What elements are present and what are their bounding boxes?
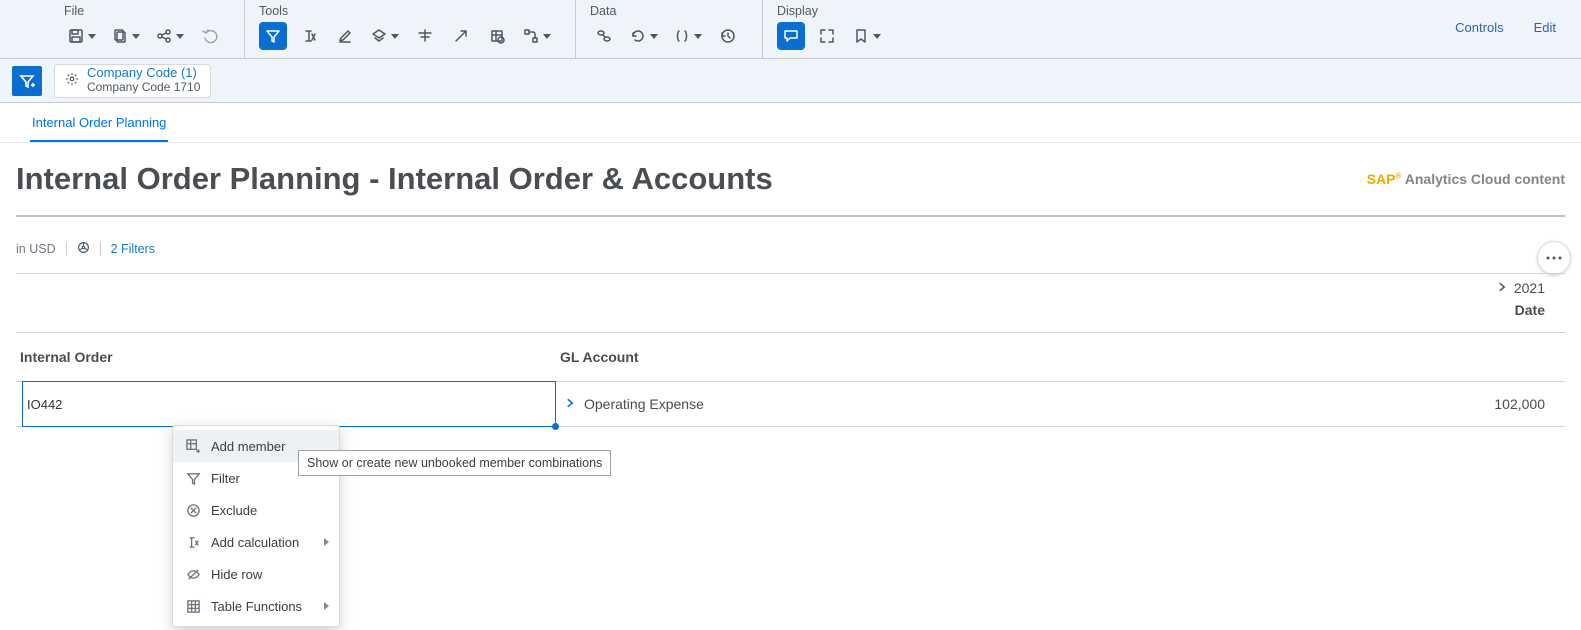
table-icon: [185, 598, 201, 614]
gear-icon: [65, 72, 79, 89]
ctx-exclude[interactable]: Exclude: [173, 494, 339, 526]
toolbar-group-label: Data: [586, 2, 746, 22]
toolbar-group-data: Data: [576, 0, 762, 50]
undo-icon[interactable]: [196, 22, 224, 50]
filter-chip-company-code[interactable]: Company Code (1) Company Code 1710: [54, 64, 211, 98]
ctx-add-calculation[interactable]: Add calculation: [173, 526, 339, 558]
filter-icon[interactable]: [259, 22, 287, 50]
table-column-headers: Internal Order GL Account: [16, 333, 1565, 382]
export-icon[interactable]: [447, 22, 475, 50]
share-icon[interactable]: [152, 22, 188, 50]
filter-bar: Company Code (1) Company Code 1710: [0, 59, 1581, 103]
chevron-right-icon: [1496, 280, 1508, 296]
top-toolbar: File Tools Data: [0, 0, 1581, 59]
toolbar-group-label: Tools: [255, 2, 559, 22]
model-icon[interactable]: [77, 241, 90, 257]
date-column-label: Date: [1336, 296, 1545, 332]
tab-strip: Internal Order Planning: [0, 103, 1581, 143]
allocate-icon[interactable]: [519, 22, 555, 50]
table-date-header: 2021 Date: [16, 274, 1565, 333]
table-row: IO442 Operating Expense 102,000: [16, 382, 1565, 427]
formula-icon: [185, 534, 201, 550]
copy-icon[interactable]: [108, 22, 144, 50]
grid-plus-icon: [185, 438, 201, 454]
toolbar-group-tools: Tools: [245, 0, 575, 50]
table-meta-row: in USD 2 Filters: [16, 217, 1565, 263]
toolbar-group-label: File: [60, 2, 228, 22]
ctx-hide-row[interactable]: Hide row: [173, 558, 339, 590]
value-cell[interactable]: 102,000: [1494, 396, 1545, 412]
bookmark-icon[interactable]: [849, 22, 885, 50]
distribute-icon[interactable]: [411, 22, 439, 50]
version-icon[interactable]: [367, 22, 403, 50]
filter-chip-subtitle: Company Code 1710: [87, 81, 200, 95]
page-title: Internal Order Planning - Internal Order…: [16, 161, 773, 197]
data-table: 2021 Date Internal Order GL Account IO44…: [16, 273, 1565, 427]
edit-icon[interactable]: [331, 22, 359, 50]
exclude-icon: [185, 502, 201, 518]
link-model-icon[interactable]: [590, 22, 618, 50]
formula-icon[interactable]: [295, 22, 323, 50]
add-filter-icon[interactable]: [12, 66, 42, 96]
history-icon[interactable]: [714, 22, 742, 50]
currency-label: in USD: [16, 242, 56, 256]
hide-icon: [185, 566, 201, 582]
page-content: Internal Order Planning - Internal Order…: [0, 143, 1581, 427]
brand-label: SAP® Analytics Cloud content: [1367, 171, 1565, 187]
comments-icon[interactable]: [777, 22, 805, 50]
page-header-row: Internal Order Planning - Internal Order…: [16, 153, 1565, 217]
filters-link[interactable]: 2 Filters: [111, 242, 155, 256]
lock-data-icon[interactable]: [483, 22, 511, 50]
refresh-icon[interactable]: [626, 22, 662, 50]
edit-link[interactable]: Edit: [1534, 20, 1556, 35]
year-expand[interactable]: 2021: [1336, 274, 1545, 296]
selected-cell-internal-order[interactable]: IO442: [22, 381, 556, 427]
filter-icon: [185, 470, 201, 486]
toolbar-group-label: Display: [773, 2, 889, 22]
variable-icon[interactable]: [670, 22, 706, 50]
toolbar-group-file: File: [50, 0, 244, 50]
gl-account-cell[interactable]: Operating Expense: [556, 396, 1336, 412]
fullscreen-icon[interactable]: [813, 22, 841, 50]
filter-chip-title: Company Code (1): [87, 66, 200, 81]
column-header-gl-account[interactable]: GL Account: [556, 333, 1336, 381]
table-more-button[interactable]: [1537, 241, 1571, 275]
toolbar-group-display: Display: [763, 0, 905, 50]
tab-internal-order-planning[interactable]: Internal Order Planning: [30, 105, 168, 142]
chevron-right-icon: [564, 396, 576, 412]
ctx-table-functions[interactable]: Table Functions: [173, 590, 339, 622]
tooltip: Show or create new unbooked member combi…: [298, 450, 611, 476]
column-header-internal-order[interactable]: Internal Order: [16, 333, 556, 381]
save-icon[interactable]: [64, 22, 100, 50]
controls-link[interactable]: Controls: [1455, 20, 1503, 35]
